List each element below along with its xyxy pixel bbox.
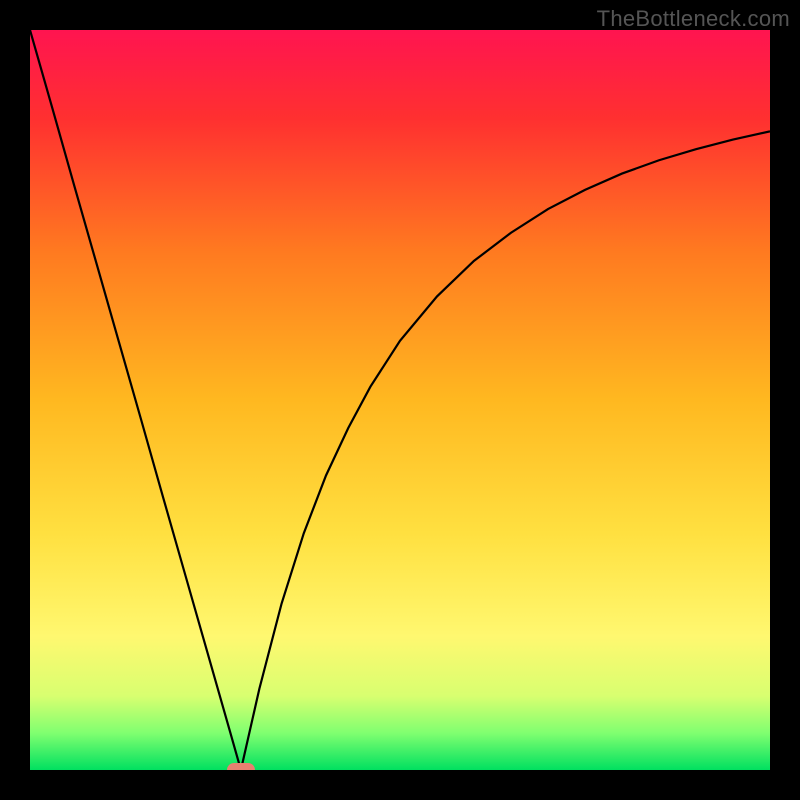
plot-area bbox=[30, 30, 770, 770]
curve-right-branch bbox=[241, 131, 770, 770]
plot-curves bbox=[30, 30, 770, 770]
curve-left-branch bbox=[30, 30, 241, 770]
chart-frame: TheBottleneck.com bbox=[0, 0, 800, 800]
watermark-text: TheBottleneck.com bbox=[597, 6, 790, 32]
minimum-marker bbox=[227, 763, 255, 770]
